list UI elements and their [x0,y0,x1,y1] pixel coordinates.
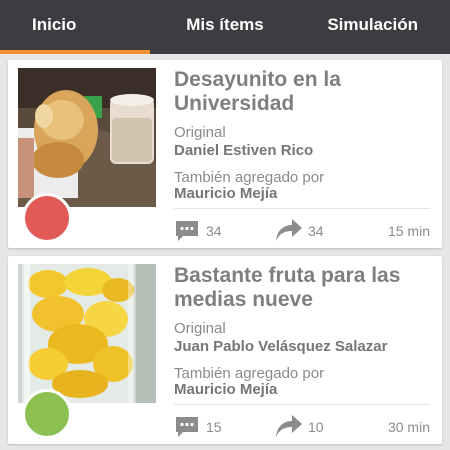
comment-count: 15 [206,419,222,435]
status-dot [22,193,72,243]
also-added-by[interactable]: Mauricio Mejía [174,185,277,202]
tab-label: Simulación [327,15,418,34]
divider [174,208,430,209]
original-author[interactable]: Daniel Estiven Rico [174,142,313,159]
comment-icon[interactable] [174,218,200,249]
tab-bar: Inicio Mis ítems Simulación [0,0,450,54]
post-card[interactable]: Bastante fruta para las medias nueve Ori… [8,256,442,444]
post-title[interactable]: Desayunito en la Universidad [174,68,434,116]
tab-label: Inicio [32,15,77,34]
post-time: 30 min [387,419,430,435]
original-label: Original [174,320,226,337]
post-image[interactable] [18,68,156,207]
tab-label: Mis ítems [186,15,264,34]
post-time: 15 min [387,223,430,239]
share-count: 10 [308,419,324,435]
also-added-label: También agregado por [174,365,325,382]
active-tab-indicator [0,50,150,54]
share-count: 34 [308,223,324,239]
post-card[interactable]: Desayunito en la Universidad Original Da… [8,60,442,248]
also-added-label: También agregado por [174,169,325,186]
original-author[interactable]: Juan Pablo Velásquez Salazar [174,338,387,355]
original-label: Original [174,124,226,141]
post-image[interactable] [18,264,156,403]
divider [174,404,430,405]
share-icon[interactable] [274,217,304,248]
tab-inicio[interactable]: Inicio [0,0,150,54]
comment-icon[interactable] [174,414,200,445]
also-added-by[interactable]: Mauricio Mejía [174,381,277,398]
share-icon[interactable] [274,413,304,444]
tab-mis-items[interactable]: Mis ítems [150,0,300,54]
tab-simulacion[interactable]: Simulación [300,0,450,54]
status-dot [22,389,72,439]
post-title[interactable]: Bastante fruta para las medias nueve [174,264,434,312]
comment-count: 34 [206,223,222,239]
